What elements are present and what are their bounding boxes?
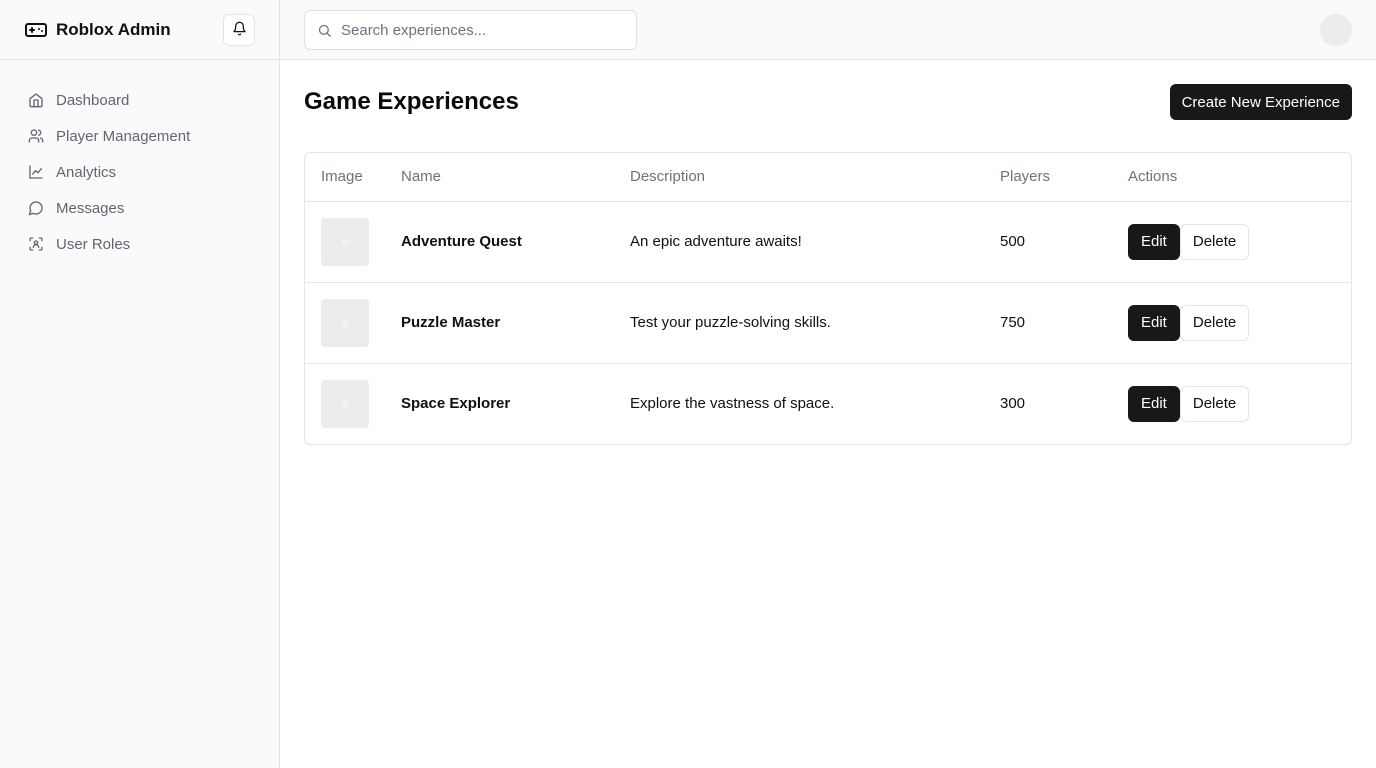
sidebar-item-player-management[interactable]: Player Management: [0, 118, 279, 154]
table-row: Adventure Quest An epic adventure awaits…: [305, 201, 1351, 282]
experience-description: An epic adventure awaits!: [630, 233, 802, 250]
sidebar-item-label: User Roles: [56, 235, 131, 253]
delete-button[interactable]: Delete: [1179, 385, 1250, 422]
sidebar-item-label: Analytics: [56, 163, 117, 181]
column-header-name: Name: [385, 153, 614, 202]
experience-thumbnail: [321, 217, 369, 266]
experience-description: Test your puzzle-solving skills.: [630, 314, 831, 331]
line-chart-icon: [28, 164, 44, 180]
bell-icon: [232, 21, 247, 39]
experience-name: Adventure Quest: [401, 233, 522, 250]
app-title: Roblox Admin: [56, 19, 171, 39]
home-icon: [28, 92, 44, 108]
search-box[interactable]: [304, 10, 637, 50]
sidebar-nav: Dashboard Player Management Analytics Me…: [0, 60, 279, 262]
table-row: Space Explorer Explore the vastness of s…: [305, 363, 1351, 444]
column-header-players: Players: [984, 153, 1112, 202]
users-icon: [28, 128, 44, 144]
sidebar-item-label: Player Management: [56, 127, 191, 145]
edit-button[interactable]: Edit: [1128, 223, 1180, 260]
image-placeholder-icon: [341, 399, 349, 408]
topbar: [280, 0, 1376, 60]
notifications-button[interactable]: [223, 13, 255, 46]
page-header: Game Experiences Create New Experience: [304, 60, 1352, 144]
row-actions: Edit Delete: [1112, 201, 1351, 282]
create-experience-button[interactable]: Create New Experience: [1169, 84, 1352, 120]
experience-name: Space Explorer: [401, 395, 511, 413]
experience-players: 500: [1000, 233, 1026, 250]
sidebar-item-label: Dashboard: [56, 91, 130, 109]
experience-thumbnail: [321, 298, 369, 347]
message-circle-icon: [28, 200, 44, 216]
experiences-table: Image Name Description Players Actions A…: [304, 152, 1352, 445]
main-content: Game Experiences Create New Experience I…: [304, 60, 1352, 445]
scan-user-icon: [28, 236, 44, 252]
edit-button[interactable]: Edit: [1128, 304, 1180, 341]
search-input[interactable]: [341, 21, 621, 39]
sidebar-item-dashboard[interactable]: Dashboard: [0, 82, 279, 118]
experience-players: 300: [1000, 395, 1026, 413]
row-actions: Edit Delete: [1112, 363, 1351, 444]
sidebar-item-messages[interactable]: Messages: [0, 190, 279, 226]
sidebar-item-user-roles[interactable]: User Roles: [0, 226, 279, 262]
column-header-image: Image: [305, 153, 385, 202]
page-title: Game Experiences: [304, 88, 519, 115]
experience-name: Puzzle Master: [401, 314, 501, 331]
sidebar-item-analytics[interactable]: Analytics: [0, 154, 279, 190]
delete-button[interactable]: Delete: [1179, 223, 1250, 260]
experience-players: 750: [1000, 314, 1026, 331]
edit-button[interactable]: Edit: [1128, 385, 1180, 422]
sidebar-item-label: Messages: [56, 199, 125, 217]
search-icon: [317, 22, 333, 38]
gamepad-icon: [24, 18, 48, 42]
delete-button[interactable]: Delete: [1179, 304, 1250, 341]
image-placeholder-icon: [341, 318, 349, 327]
table-header-row: Image Name Description Players Actions: [305, 153, 1351, 202]
column-header-actions: Actions: [1112, 153, 1351, 202]
row-actions: Edit Delete: [1112, 282, 1351, 363]
column-header-description: Description: [614, 153, 984, 202]
avatar[interactable]: [1320, 14, 1352, 46]
image-placeholder-icon: [341, 237, 349, 246]
experience-description: Explore the vastness of space.: [630, 395, 835, 413]
experience-thumbnail: [321, 379, 369, 428]
brand-bar: Roblox Admin: [0, 0, 279, 60]
table-row: Puzzle Master Test your puzzle-solving s…: [305, 282, 1351, 363]
sidebar: Roblox Admin Dashboard Player Management…: [0, 0, 280, 768]
